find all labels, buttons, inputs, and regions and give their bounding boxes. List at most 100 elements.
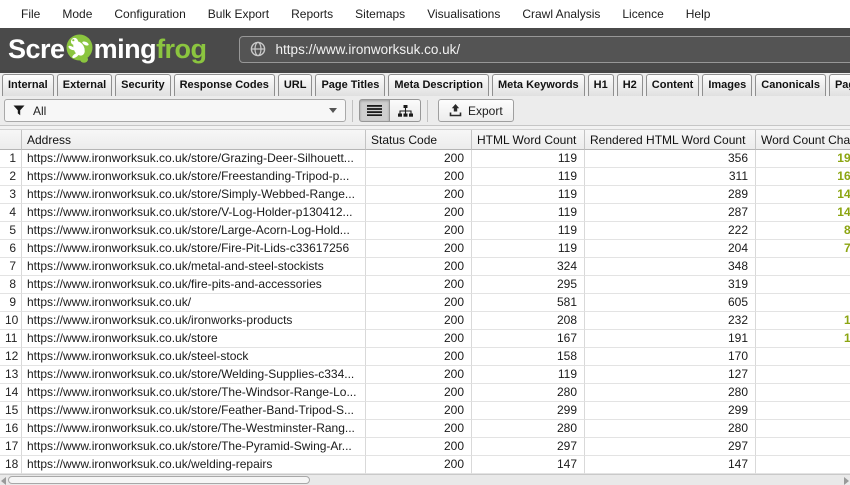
rendered-html-word-count-cell: 348 <box>585 258 756 276</box>
toolbar: All Export <box>0 96 850 126</box>
word-count-change-cell: 71% <box>756 240 850 258</box>
tab[interactable]: Meta Description <box>388 74 489 96</box>
html-word-count-cell: 119 <box>472 168 585 186</box>
menu-item[interactable]: Bulk Export <box>197 0 280 28</box>
tab[interactable]: URL <box>278 74 313 96</box>
menu-item[interactable]: Crawl Analysis <box>511 0 611 28</box>
table-row[interactable]: 16 https://www.ironworksuk.co.uk/store/T… <box>0 420 850 438</box>
dropdown-arrow-icon <box>329 108 337 113</box>
row-number-cell: 12 <box>0 348 22 366</box>
scroll-left-arrow-icon[interactable] <box>1 477 6 485</box>
table-row[interactable]: 2 https://www.ironworksuk.co.uk/store/Fr… <box>0 168 850 186</box>
table-row[interactable]: 18 https://www.ironworksuk.co.uk/welding… <box>0 456 850 474</box>
word-count-change-cell: 161% <box>756 168 850 186</box>
table-row[interactable]: 14 https://www.ironworksuk.co.uk/store/T… <box>0 384 850 402</box>
address-column-header[interactable]: Address <box>22 130 366 150</box>
menu-item[interactable]: Help <box>675 0 722 28</box>
rendered-html-word-count-cell: 319 <box>585 276 756 294</box>
tab[interactable]: H1 <box>588 74 614 96</box>
app-header: Scre mingfrog https://www.ironworksuk.co… <box>0 28 850 70</box>
frog-logo-icon <box>66 34 93 64</box>
toolbar-separator <box>352 100 353 122</box>
html-word-count-cell: 119 <box>472 204 585 222</box>
tab[interactable]: Response Codes <box>174 74 275 96</box>
row-number-cell: 17 <box>0 438 22 456</box>
address-cell: https://www.ironworksuk.co.uk/store/V-Lo… <box>22 204 366 222</box>
menu-item[interactable]: Configuration <box>103 0 196 28</box>
tab[interactable]: Pagination <box>829 74 850 96</box>
status-code-cell: 200 <box>366 222 472 240</box>
status-code-cell: 200 <box>366 150 472 168</box>
html-word-count-cell: 119 <box>472 366 585 384</box>
toolbar-separator <box>427 100 428 122</box>
address-cell: https://www.ironworksuk.co.uk/store/Fire… <box>22 240 366 258</box>
word-count-change-cell: 8% <box>756 276 850 294</box>
html-word-count-cell: 119 <box>472 222 585 240</box>
html-word-count-cell: 297 <box>472 438 585 456</box>
tab[interactable]: Canonicals <box>755 74 826 96</box>
status-code-cell: 200 <box>366 402 472 420</box>
tab[interactable]: Security <box>115 74 170 96</box>
menu-item[interactable]: Sitemaps <box>344 0 416 28</box>
menu-item[interactable]: Visualisations <box>416 0 511 28</box>
menu-item[interactable]: Reports <box>280 0 344 28</box>
table-row[interactable]: 11 https://www.ironworksuk.co.uk/store 2… <box>0 330 850 348</box>
html-word-count-cell: 147 <box>472 456 585 474</box>
horizontal-scrollbar-thumb[interactable] <box>8 476 310 484</box>
html-word-count-cell: 208 <box>472 312 585 330</box>
address-cell: https://www.ironworksuk.co.uk/store/The-… <box>22 438 366 456</box>
html-word-count-cell: 324 <box>472 258 585 276</box>
table-row[interactable]: 4 https://www.ironworksuk.co.uk/store/V-… <box>0 204 850 222</box>
table-row[interactable]: 6 https://www.ironworksuk.co.uk/store/Fi… <box>0 240 850 258</box>
table-row[interactable]: 3 https://www.ironworksuk.co.uk/store/Si… <box>0 186 850 204</box>
status-code-cell: 200 <box>366 186 472 204</box>
status-code-cell: 200 <box>366 276 472 294</box>
rendered-html-word-count-column-header[interactable]: Rendered HTML Word Count <box>585 130 756 150</box>
row-number-cell: 13 <box>0 366 22 384</box>
html-word-count-column-header[interactable]: HTML Word Count <box>472 130 585 150</box>
list-view-button[interactable] <box>359 99 390 122</box>
html-word-count-cell: 581 <box>472 294 585 312</box>
table-row[interactable]: 9 https://www.ironworksuk.co.uk/ 200 581… <box>0 294 850 312</box>
table-row[interactable]: 8 https://www.ironworksuk.co.uk/fire-pit… <box>0 276 850 294</box>
url-input[interactable]: https://www.ironworksuk.co.uk/ <box>239 36 850 63</box>
table-row[interactable]: 12 https://www.ironworksuk.co.uk/steel-s… <box>0 348 850 366</box>
filter-dropdown[interactable]: All <box>4 99 346 122</box>
table-row[interactable]: 1 https://www.ironworksuk.co.uk/store/Gr… <box>0 150 850 168</box>
table-row[interactable]: 15 https://www.ironworksuk.co.uk/store/F… <box>0 402 850 420</box>
tab[interactable]: Internal <box>2 74 54 96</box>
status-code-column-header[interactable]: Status Code <box>366 130 472 150</box>
table-row[interactable]: 7 https://www.ironworksuk.co.uk/metal-an… <box>0 258 850 276</box>
status-code-cell: 200 <box>366 456 472 474</box>
scroll-right-arrow-icon[interactable] <box>844 477 849 485</box>
menu-item[interactable]: Licence <box>611 0 674 28</box>
tab[interactable]: Meta Keywords <box>492 74 585 96</box>
tab[interactable]: External <box>57 74 112 96</box>
export-button[interactable]: Export <box>438 99 514 122</box>
table-row[interactable]: 13 https://www.ironworksuk.co.uk/store/W… <box>0 366 850 384</box>
menu-item[interactable]: Mode <box>51 0 103 28</box>
status-code-cell: 200 <box>366 168 472 186</box>
html-word-count-cell: 119 <box>472 240 585 258</box>
tree-view-button[interactable] <box>390 99 421 122</box>
html-word-count-cell: 167 <box>472 330 585 348</box>
row-number-cell: 10 <box>0 312 22 330</box>
status-code-cell: 200 <box>366 204 472 222</box>
logo-text-part1: Scre <box>8 36 65 63</box>
filter-selected-value: All <box>33 104 329 118</box>
tab[interactable]: H2 <box>617 74 643 96</box>
tab[interactable]: Page Titles <box>315 74 385 96</box>
word-count-change-cell: 199% <box>756 150 850 168</box>
table-row[interactable]: 17 https://www.ironworksuk.co.uk/store/T… <box>0 438 850 456</box>
word-count-change-column-header[interactable]: Word Count Change <box>756 130 850 150</box>
status-code-cell: 200 <box>366 438 472 456</box>
rendered-html-word-count-cell: 147 <box>585 456 756 474</box>
table-row[interactable]: 10 https://www.ironworksuk.co.uk/ironwor… <box>0 312 850 330</box>
tab[interactable]: Images <box>702 74 752 96</box>
tab[interactable]: Content <box>646 74 700 96</box>
menu-item[interactable]: File <box>10 0 51 28</box>
table-row[interactable]: 5 https://www.ironworksuk.co.uk/store/La… <box>0 222 850 240</box>
address-cell: https://www.ironworksuk.co.uk/fire-pits-… <box>22 276 366 294</box>
export-button-label: Export <box>468 104 503 118</box>
horizontal-scrollbar[interactable] <box>0 474 850 485</box>
